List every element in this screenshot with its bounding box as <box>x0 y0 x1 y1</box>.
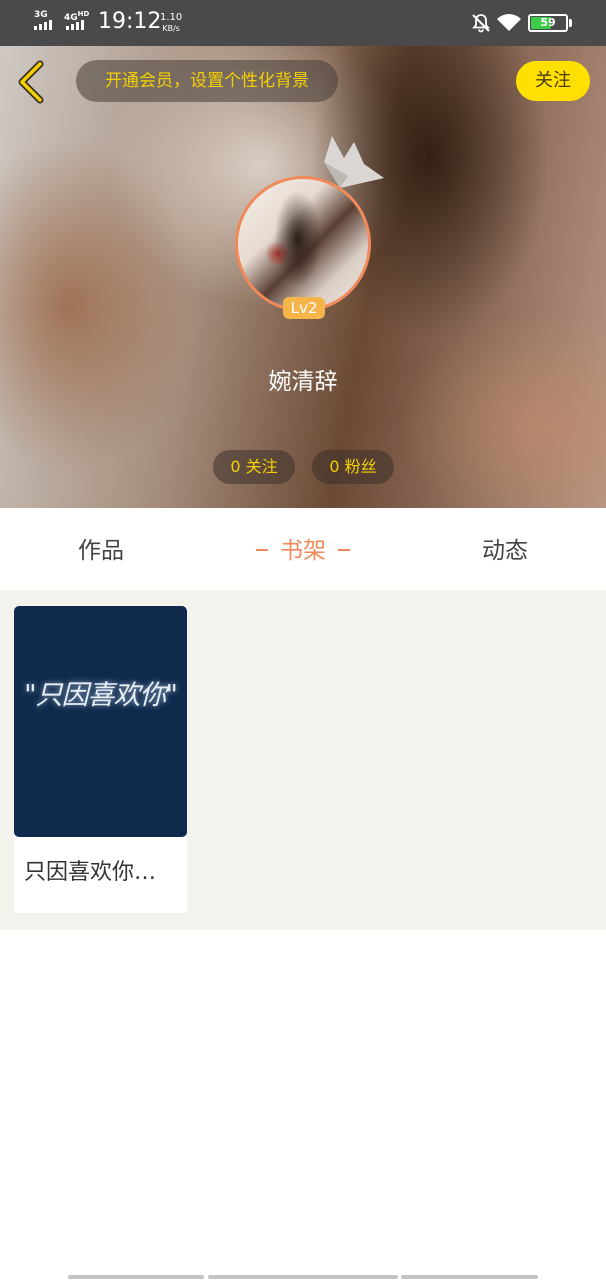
username: 婉清辞 <box>268 369 338 395</box>
wifi-icon <box>497 14 521 31</box>
level-badge: Lv2 <box>283 297 325 319</box>
vip-background-banner[interactable]: 开通会员，设置个性化背景 <box>76 60 338 102</box>
tab-works[interactable]: 作品 <box>0 508 202 590</box>
signal-icon <box>66 20 84 30</box>
bookshelf: "只因喜欢你" 只因喜欢你… <box>0 590 606 930</box>
fans-count[interactable]: 0 粉丝 <box>312 450 394 484</box>
tab-indicator-left <box>256 548 268 551</box>
mute-bell-icon <box>472 14 490 33</box>
chevron-left-icon <box>18 60 44 104</box>
nav-indicator-center <box>208 1275 398 1279</box>
network-speed: 1.10 KB/s <box>160 12 183 33</box>
clock: 19:12 <box>98 9 162 34</box>
book-cover[interactable]: "只因喜欢你" <box>14 606 187 837</box>
tab-bookshelf-label: 书架 <box>280 538 326 564</box>
nav-indicator-right <box>401 1275 538 1279</box>
profile-header: 开通会员，设置个性化背景 关注 Lv2 婉清辞 0 关注 0 粉丝 <box>0 46 606 508</box>
avatar[interactable] <box>235 176 371 312</box>
tab-activity[interactable]: 动态 <box>404 508 606 590</box>
status-bar: 3G 4GHD 19:12 1.10 KB/s 59 <box>0 0 606 46</box>
back-button[interactable] <box>14 60 50 104</box>
tab-bookshelf[interactable]: 书架 <box>202 508 404 590</box>
book-card[interactable]: "只因喜欢你" 只因喜欢你… <box>14 606 187 913</box>
tab-indicator-right <box>338 548 350 551</box>
battery-icon: 59 <box>528 14 568 32</box>
book-title: 只因喜欢你… <box>24 860 157 885</box>
network-3g-label: 3G <box>34 10 48 20</box>
battery-tip <box>569 19 572 27</box>
battery-level: 59 <box>540 16 556 29</box>
tab-bar: 作品 书架 动态 <box>0 508 606 590</box>
following-count[interactable]: 0 关注 <box>213 450 295 484</box>
signal-icon <box>34 20 52 30</box>
book-cover-title: "只因喜欢你" <box>24 680 178 711</box>
follow-button[interactable]: 关注 <box>516 61 590 101</box>
nav-indicator-left <box>68 1275 204 1279</box>
